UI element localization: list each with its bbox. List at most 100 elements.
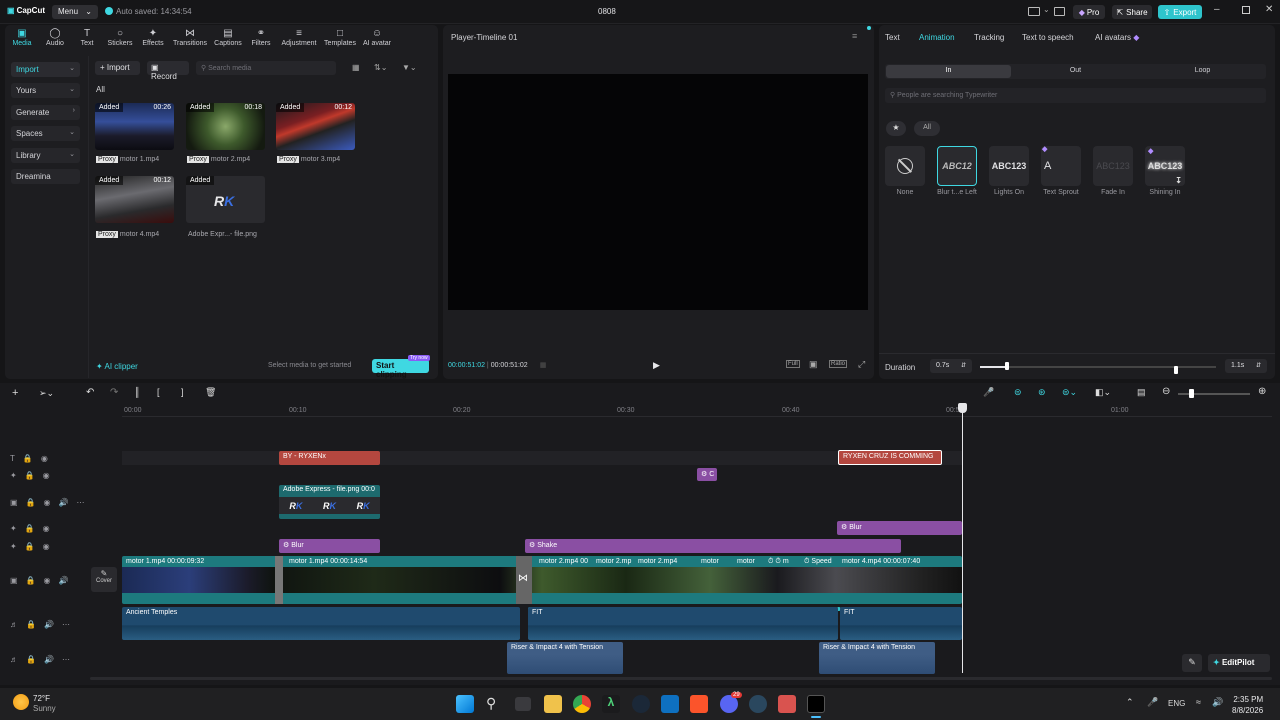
video-clip[interactable]: motor (733, 556, 763, 567)
lock-icon[interactable]: 🔒 (26, 655, 36, 664)
tab-text-props[interactable]: Text (885, 33, 900, 42)
media-filter-all[interactable]: All (96, 85, 105, 94)
preset-text-sprout[interactable]: A ◆ (1041, 146, 1081, 186)
eye-icon[interactable]: ◉ (43, 542, 50, 551)
sidebar-item-dreamina[interactable]: Dreamina (11, 169, 80, 184)
file-explorer-icon[interactable] (544, 695, 562, 713)
sidebar-item-generate[interactable]: Generate › (11, 105, 80, 120)
magnet-main-icon[interactable]: ⊜ (1014, 387, 1022, 398)
speaker-icon[interactable]: 🔊 (59, 576, 69, 585)
speaker-icon[interactable]: 🔊 (59, 498, 69, 507)
add-track-icon[interactable]: + (12, 387, 18, 399)
tab-text[interactable]: T Text (70, 28, 104, 50)
animation-search-input[interactable]: ⚲ People are searching Typewriter (885, 88, 1266, 103)
play-button[interactable]: ▶ (653, 360, 660, 371)
ai-clipper-link[interactable]: ✦ AI clipper (96, 362, 138, 371)
pro-button[interactable]: ◆ Pro (1073, 5, 1105, 19)
duration-input[interactable]: 0.7s ⇵ (930, 359, 972, 373)
tab-stickers[interactable]: ○ Stickers (103, 28, 137, 50)
microphone-icon[interactable]: 🎤 (1147, 697, 1158, 708)
playhead-handle[interactable] (958, 403, 967, 413)
steam-icon[interactable] (749, 695, 767, 713)
tab-captions[interactable]: ▤ Captions (211, 28, 245, 50)
app-icon[interactable]: λ (602, 695, 620, 713)
close-icon[interactable]: ✕ (1265, 4, 1273, 15)
effect-clip-blur[interactable]: ⚙ Blur (279, 539, 380, 553)
zoom-slider-handle[interactable] (1189, 389, 1194, 398)
redo-icon[interactable]: ↷ (110, 387, 118, 398)
split-icon[interactable]: ║ (134, 387, 140, 397)
volume-icon[interactable]: 🔊 (1212, 697, 1223, 708)
start-clipping-button[interactable]: Start clipping (372, 359, 429, 379)
steam-icon[interactable] (632, 695, 650, 713)
trim-right-icon[interactable]: ] (181, 387, 184, 397)
lock-icon[interactable]: 🔒 (26, 576, 36, 585)
duration-max-input[interactable]: 1.1s ⇵ (1225, 359, 1267, 373)
record-button[interactable]: ▣ Record (147, 61, 189, 81)
tab-animation[interactable]: Animation (919, 33, 955, 42)
preview-axis-icon[interactable]: ⊜⌄ (1062, 387, 1077, 398)
more-icon[interactable]: ⋯ (76, 498, 84, 507)
chevron-up-icon[interactable]: ⌃ (1126, 697, 1134, 708)
duration-slider[interactable] (980, 366, 1216, 368)
tab-audio[interactable]: ◯ Audio (38, 28, 72, 50)
media-thumb-adobe-png[interactable]: Added RK (186, 176, 265, 223)
preset-fade-in[interactable]: ABC123 (1093, 146, 1133, 186)
eye-icon[interactable]: ◉ (44, 498, 51, 507)
sidebar-item-import[interactable]: Import ⌄ (11, 62, 80, 77)
video-clip[interactable]: motor (697, 556, 733, 567)
eye-icon[interactable]: ◉ (43, 471, 50, 480)
tab-text-to-speech[interactable]: Text to speech (1022, 33, 1074, 42)
tab-ai-avatar[interactable]: ☺ AI avatar (360, 28, 394, 50)
fullscreen-icon[interactable]: ⤢ (858, 359, 865, 370)
more-icon[interactable]: ⋯ (62, 655, 70, 664)
media-thumb-motor-3[interactable]: Added 00:12 (276, 103, 355, 150)
export-button[interactable]: ⇧ Export (1158, 5, 1202, 19)
windows-start-icon[interactable] (456, 695, 474, 713)
trim-left-icon[interactable]: [ (157, 387, 160, 397)
effect-clip-shake[interactable]: ⚙ Shake (525, 539, 901, 553)
clock[interactable]: 2:35 PM 8/8/2026 (1232, 694, 1263, 716)
shortcuts-icon[interactable] (1054, 7, 1065, 16)
sidebar-item-spaces[interactable]: Spaces ⌄ (11, 126, 80, 141)
chevron-down-icon[interactable]: ⌄ (1043, 5, 1050, 14)
undo-icon[interactable]: ↶ (86, 387, 94, 398)
sidebar-item-library[interactable]: Library ⌄ (11, 148, 80, 163)
tab-tracking[interactable]: Tracking (974, 33, 1004, 42)
delete-icon[interactable]: 🗑 (205, 387, 216, 398)
playhead[interactable] (962, 405, 963, 673)
caption-track-icon[interactable]: ▤ (1137, 387, 1146, 398)
lock-icon[interactable]: 🔒 (25, 542, 35, 551)
media-search-input[interactable]: ⚲ Search media (196, 61, 336, 75)
video-clip[interactable]: motor 2.mp (592, 556, 635, 567)
slider-end-handle[interactable] (1174, 366, 1178, 374)
filter-all-chip[interactable]: All (914, 121, 940, 136)
tab-effects[interactable]: ✦ Effects (136, 28, 170, 50)
favorites-button[interactable]: ★ (886, 121, 906, 136)
lock-icon[interactable]: 🔒 (25, 524, 35, 533)
window-icon[interactable] (661, 695, 679, 713)
maximize-icon[interactable] (1242, 6, 1250, 14)
text-clip[interactable]: BY - RYXENx (279, 451, 380, 465)
timeline-scrollbar[interactable] (90, 677, 1272, 680)
language-indicator[interactable]: ENG (1168, 699, 1185, 708)
microphone-icon[interactable]: 🎤 (983, 387, 994, 398)
zoom-out-icon[interactable]: ⊖ (1162, 386, 1170, 397)
tab-media[interactable]: ▣ Media (5, 28, 39, 50)
lock-icon[interactable]: 🔒 (26, 498, 36, 507)
ratio-button[interactable]: Ratio (829, 360, 848, 368)
subtab-loop[interactable]: Loop (1140, 65, 1265, 78)
minimize-icon[interactable]: – (1214, 4, 1220, 15)
capcut-icon[interactable] (807, 695, 825, 713)
video-clip[interactable]: motor 2.mp4 00 (535, 556, 595, 567)
share-button[interactable]: ⇱ Share (1112, 5, 1152, 19)
task-view-icon[interactable] (515, 697, 531, 711)
weather-widget[interactable]: 72°F Sunny (33, 694, 56, 714)
lock-icon[interactable]: 🔒 (25, 471, 35, 480)
eye-icon[interactable]: ◉ (44, 576, 51, 585)
snap-icon[interactable]: ◧⌄ (1095, 387, 1111, 398)
sidebar-item-yours[interactable]: Yours ⌄ (11, 83, 80, 98)
browser-icon[interactable] (778, 695, 796, 713)
slider-start-handle[interactable] (1005, 362, 1009, 370)
tab-transitions[interactable]: ⋈ Transitions (172, 28, 208, 50)
